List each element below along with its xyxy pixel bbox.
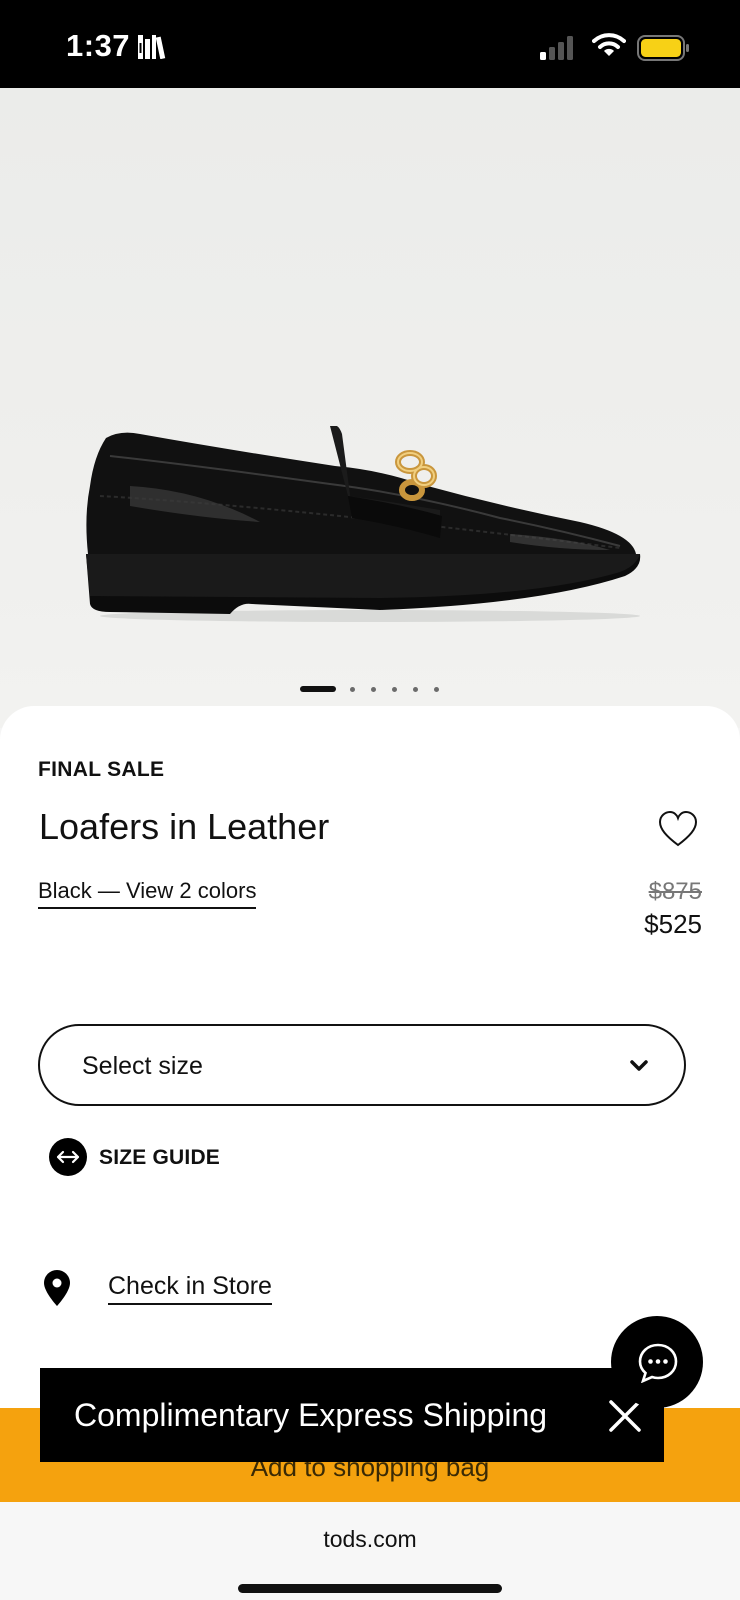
- shipping-toast: Complimentary Express Shipping: [40, 1368, 664, 1462]
- heart-icon[interactable]: [658, 810, 698, 850]
- product-image[interactable]: [0, 88, 740, 728]
- price-sale: $525: [644, 909, 702, 939]
- product-title: Loafers in Leather: [39, 806, 330, 847]
- library-icon: [138, 33, 170, 64]
- browser-bottom-bar: tods.com: [0, 1502, 740, 1600]
- carousel-dots[interactable]: [0, 686, 740, 696]
- location-pin-icon: [44, 1270, 70, 1306]
- product-info-card: FINAL SALE Loafers in Leather Black — Vi…: [0, 706, 740, 1426]
- color-variant-link[interactable]: Black — View 2 colors: [38, 878, 257, 909]
- toast-message: Complimentary Express Shipping: [74, 1397, 548, 1433]
- home-indicator[interactable]: [238, 1584, 502, 1593]
- wifi-icon: [592, 32, 626, 63]
- battery-icon: [637, 35, 691, 66]
- carousel-dot[interactable]: [413, 687, 418, 692]
- carousel-dot[interactable]: [350, 687, 355, 692]
- price-original: $875: [648, 878, 702, 905]
- carousel-dot[interactable]: [392, 687, 397, 692]
- carousel-dot-active[interactable]: [300, 686, 336, 692]
- size-guide-label: SIZE GUIDE: [99, 1146, 221, 1169]
- black-leather-loafer-image: [86, 426, 641, 622]
- carousel-dot[interactable]: [434, 687, 439, 692]
- size-select-label: Select size: [82, 1052, 203, 1080]
- size-guide-icon: [49, 1138, 87, 1176]
- check-in-store-link[interactable]: Check in Store: [108, 1272, 272, 1305]
- carousel-dot[interactable]: [371, 687, 376, 692]
- status-bar: 1:37: [0, 0, 740, 88]
- chevron-down-icon: [630, 1060, 648, 1071]
- chat-button[interactable]: [611, 1316, 703, 1408]
- close-icon[interactable]: [608, 1399, 642, 1433]
- final-sale-badge: FINAL SALE: [38, 758, 165, 781]
- cellular-signal-icon: [540, 36, 576, 65]
- chat-bubble-icon: [638, 1343, 678, 1383]
- url-text[interactable]: tods.com: [0, 1526, 740, 1553]
- size-guide-button[interactable]: SIZE GUIDE: [49, 1138, 249, 1176]
- status-time: 1:37: [66, 28, 131, 63]
- size-select-dropdown[interactable]: Select size: [38, 1024, 686, 1106]
